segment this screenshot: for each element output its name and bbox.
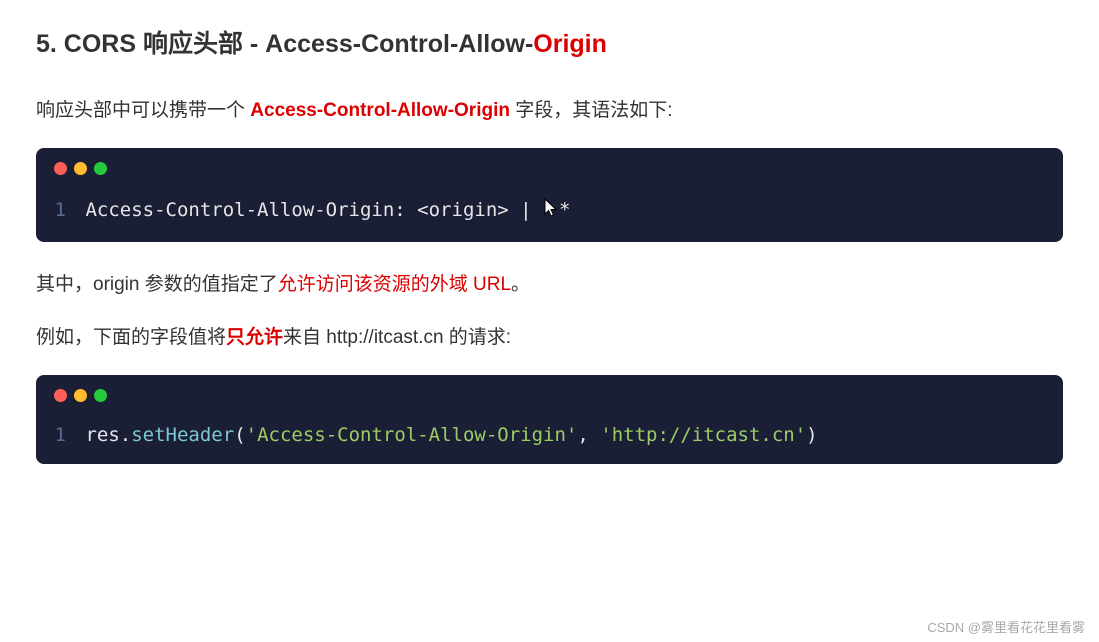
window-controls bbox=[54, 389, 1045, 402]
minimize-dot-icon bbox=[74, 162, 87, 175]
para1-bold: Access-Control-Allow-Origin bbox=[250, 100, 510, 121]
watermark: CSDN @雾里看花花里看雾 bbox=[927, 617, 1085, 636]
code-string-1: 'Access-Control-Allow-Origin' bbox=[246, 424, 578, 446]
line-number: 1 bbox=[54, 424, 66, 446]
code-block-2: 1 res.setHeader('Access-Control-Allow-Or… bbox=[36, 375, 1063, 464]
close-dot-icon bbox=[54, 389, 67, 402]
maximize-dot-icon bbox=[94, 389, 107, 402]
code-line-1: 1 res.setHeader('Access-Control-Allow-Or… bbox=[54, 424, 1045, 446]
heading-highlight: Origin bbox=[533, 30, 607, 58]
code-method: setHeader bbox=[131, 424, 234, 446]
code-open: ( bbox=[234, 424, 245, 446]
code-obj: res bbox=[85, 424, 119, 446]
para3-before: 例如，下面的字段值将 bbox=[36, 327, 226, 348]
para1-after: 字段，其语法如下: bbox=[510, 100, 673, 121]
paragraph-1: 响应头部中可以携带一个 Access-Control-Allow-Origin … bbox=[36, 96, 1063, 126]
para1-before: 响应头部中可以携带一个 bbox=[36, 100, 250, 121]
code-tail: * bbox=[559, 199, 570, 221]
para3-bold: 只允许 bbox=[226, 327, 283, 348]
para2-red: 允许访问该资源的外域 URL bbox=[278, 274, 511, 295]
line-number: 1 bbox=[54, 199, 66, 221]
code-block-1: 1 Access-Control-Allow-Origin: <origin> … bbox=[36, 148, 1063, 242]
paragraph-2: 其中，origin 参数的值指定了允许访问该资源的外域 URL。 bbox=[36, 270, 1063, 300]
minimize-dot-icon bbox=[74, 389, 87, 402]
window-controls bbox=[54, 162, 1045, 175]
cursor-pointer-icon bbox=[543, 197, 559, 224]
code-string-2: 'http://itcast.cn' bbox=[600, 424, 806, 446]
paragraph-3: 例如，下面的字段值将只允许来自 http://itcast.cn 的请求: bbox=[36, 323, 1063, 353]
section-heading: 5. CORS 响应头部 - Access-Control-Allow-Orig… bbox=[36, 24, 1063, 60]
heading-prefix: 5. CORS 响应头部 - Access-Control-Allow- bbox=[36, 30, 533, 58]
code-dot: . bbox=[120, 424, 131, 446]
code-line-1: 1 Access-Control-Allow-Origin: <origin> … bbox=[54, 197, 1045, 224]
para3-after: 来自 http://itcast.cn 的请求: bbox=[283, 327, 511, 348]
para2-after: 。 bbox=[511, 274, 530, 295]
para2-before: 其中，origin 参数的值指定了 bbox=[36, 274, 278, 295]
close-dot-icon bbox=[54, 162, 67, 175]
code-text: Access-Control-Allow-Origin: <origin> | bbox=[85, 199, 543, 221]
maximize-dot-icon bbox=[94, 162, 107, 175]
code-close: ) bbox=[806, 424, 817, 446]
code-comma: , bbox=[577, 424, 600, 446]
